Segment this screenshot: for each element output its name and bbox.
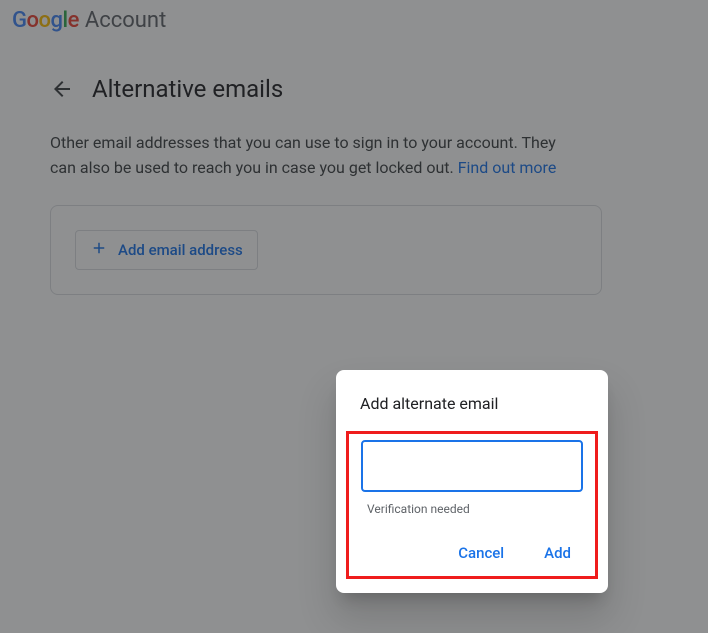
verification-helper-text: Verification needed xyxy=(367,502,583,516)
dialog-title: Add alternate email xyxy=(336,394,608,431)
cancel-button[interactable]: Cancel xyxy=(452,540,510,566)
dialog-highlight-annotation: Verification needed Cancel Add xyxy=(346,431,598,579)
alternate-email-input[interactable] xyxy=(361,440,583,492)
add-button[interactable]: Add xyxy=(538,540,577,566)
add-email-dialog: Add alternate email Verification needed … xyxy=(336,370,608,593)
dialog-actions: Cancel Add xyxy=(361,540,583,566)
